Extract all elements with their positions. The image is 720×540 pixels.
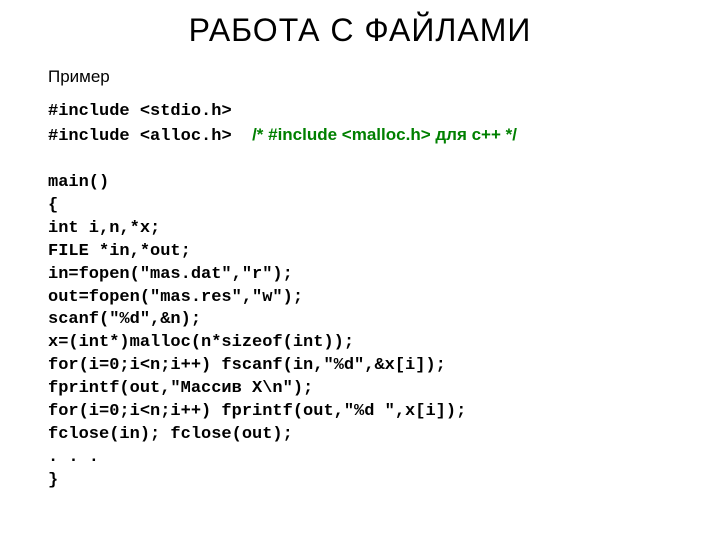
t: #include	[48, 102, 140, 121]
example-label: Пример	[48, 67, 672, 87]
code-line: for(i=0;i<n;i++) fscanf(in,"%d",&x[i]);	[48, 356, 446, 375]
code-line: fclose(in); fclose(out);	[48, 425, 293, 444]
code-line: FILE *in,*out;	[48, 242, 191, 261]
code-line: for(i=0;i<n;i++) fprintf(out,"%d ",x[i])…	[48, 402, 466, 421]
t: #include	[48, 127, 140, 146]
t	[232, 127, 252, 146]
code-line: #include <stdio.h>	[48, 102, 232, 121]
code-block: #include <stdio.h> #include <alloc.h> /*…	[48, 101, 672, 493]
code-line: main()	[48, 173, 109, 192]
slide-title: РАБОТА С ФАЙЛАМИ	[48, 12, 672, 49]
code-line: . . .	[48, 448, 99, 467]
code-line: fprintf(out,"Массив X\n");	[48, 379, 313, 398]
slide: РАБОТА С ФАЙЛАМИ Пример #include <stdio.…	[0, 0, 720, 493]
code-line: in=fopen("mas.dat","r");	[48, 265, 293, 284]
code-line: int i,n,*x;	[48, 219, 160, 238]
code-line: x=(int*)malloc(n*sizeof(int));	[48, 333, 354, 352]
code-line: scanf("%d",&n);	[48, 310, 201, 329]
code-comment: /* #include <malloc.h> для c++ */	[252, 125, 517, 144]
code-line: {	[48, 196, 58, 215]
code-line: }	[48, 471, 58, 490]
code-line: out=fopen("mas.res","w");	[48, 288, 303, 307]
code-line: #include <alloc.h> /* #include <malloc.h…	[48, 127, 517, 146]
t: <stdio.h>	[140, 102, 232, 121]
t: <alloc.h>	[140, 127, 232, 146]
